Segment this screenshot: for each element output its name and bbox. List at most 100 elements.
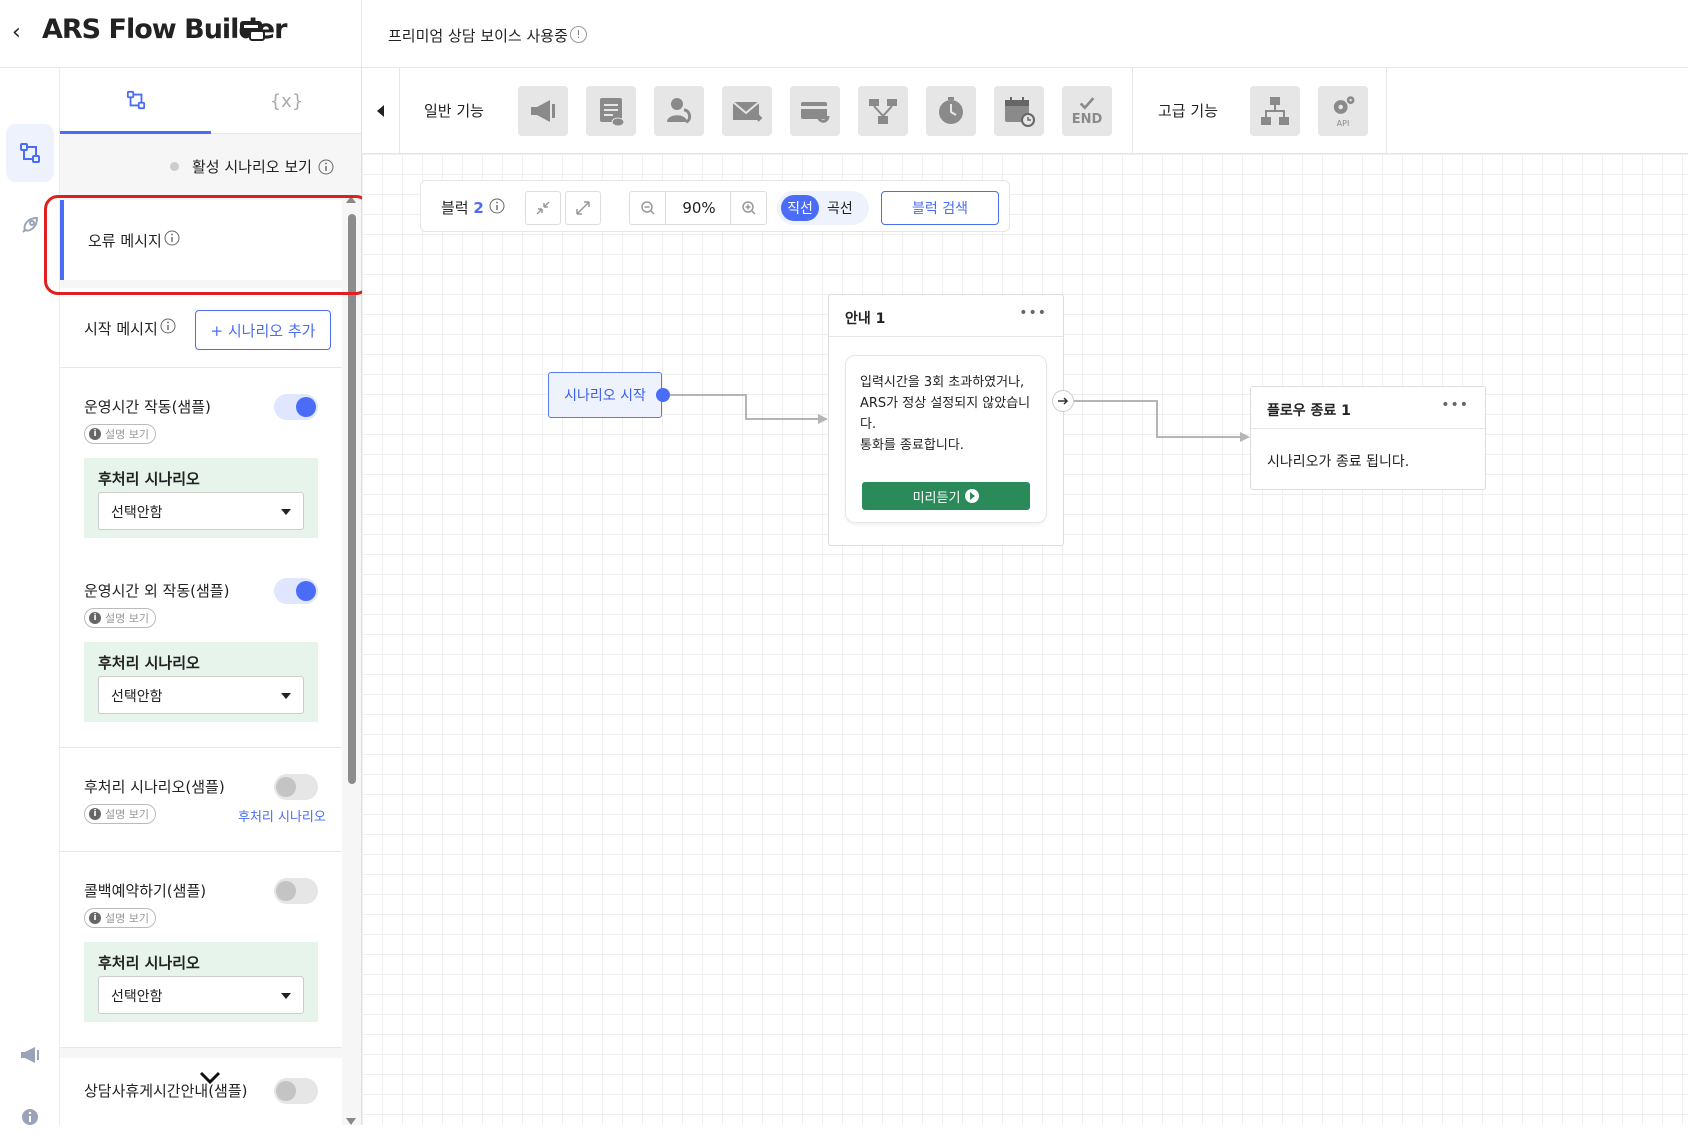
more-icon[interactable]: ••• [1019, 305, 1047, 321]
agent-icon [667, 98, 692, 124]
scenario-item: 상담사휴게시간안내(샘플) [60, 1058, 342, 1125]
line-curve-option[interactable]: 곡선 [827, 198, 853, 218]
basic-tools-label: 일반 기능 [424, 102, 484, 120]
collapse-view-button[interactable] [525, 191, 561, 225]
select-value: 선택안함 [111, 689, 163, 705]
description-button[interactable]: i 설명 보기 [84, 608, 156, 628]
zoom-out-icon [640, 201, 655, 215]
zoom-in-button[interactable] [730, 192, 766, 224]
flow-canvas[interactable]: 블럭 2 90% 직선 곡선 블럭 검색 시나리오 시작 안내 1 ••• 입력… [362, 154, 1688, 1125]
zoom-out-button[interactable] [630, 192, 666, 224]
toggle-knob [296, 581, 316, 601]
caret-left-icon [377, 105, 384, 117]
org-tool[interactable] [1250, 86, 1300, 136]
info-icon[interactable] [489, 198, 505, 214]
scenario-toggle[interactable] [274, 578, 318, 604]
post-scenario-select[interactable]: 선택안함 [98, 976, 304, 1014]
scenario-toggle[interactable] [274, 394, 318, 420]
start-message-item[interactable]: 시작 메시지 + 시나리오 추가 [60, 288, 342, 368]
description-button[interactable]: i 설명 보기 [84, 908, 156, 928]
info-icon[interactable] [160, 318, 176, 334]
collapse-panel-button[interactable] [362, 68, 400, 154]
advanced-tools-label: 고급 기능 [1158, 102, 1218, 120]
api-tool[interactable]: API [1318, 86, 1368, 136]
block-search-button[interactable]: 블럭 검색 [881, 191, 999, 225]
plan-info-icon[interactable]: ! [570, 26, 587, 43]
scenario-item: 후처리 시나리오(샘플) i 설명 보기 후처리 시나리오 [60, 748, 342, 852]
expand-icon [576, 201, 590, 215]
flow-nav-button[interactable] [6, 124, 54, 182]
timer-tool[interactable] [926, 86, 976, 136]
start-node-port[interactable] [656, 388, 670, 402]
zoom-control: 90% [629, 191, 767, 225]
description-button[interactable]: i 설명 보기 [84, 424, 156, 444]
mail-tool[interactable] [722, 86, 772, 136]
node-header: 안내 1 ••• [829, 295, 1063, 337]
schedule-tool[interactable] [994, 86, 1044, 136]
scenario-title: 운영시간 외 작동(샘플) [84, 582, 230, 600]
scenario-title: 상담사휴게시간안내(샘플) [84, 1082, 248, 1100]
post-scenario-box: 후처리 시나리오 선택안함 [84, 642, 318, 722]
select-value: 선택안함 [111, 505, 163, 521]
preview-button[interactable]: 미리듣기 [862, 482, 1030, 510]
org-chart-icon [1261, 97, 1289, 125]
flow-icon [126, 90, 145, 109]
rocket-icon [22, 216, 39, 233]
toggle-knob [276, 881, 296, 901]
more-icon[interactable]: ••• [1441, 397, 1469, 413]
end-message-text: 시나리오가 종료 됩니다. [1267, 454, 1410, 470]
scenario-item: 운영시간 작동(샘플) i 설명 보기 후처리 시나리오 선택안함 [60, 368, 342, 564]
info-icon: i [89, 428, 101, 440]
scenario-title: 콜백예약하기(샘플) [84, 882, 207, 900]
post-scenario-select[interactable]: 선택안함 [98, 676, 304, 714]
active-scenario-label[interactable]: 활성 시나리오 보기 [192, 156, 312, 177]
scroll-down-icon[interactable] [346, 1118, 356, 1125]
guide-node[interactable]: 안내 1 ••• 입력시간을 3회 초과하였거나, ARS가 정상 설정되지 않… [828, 294, 1064, 546]
back-arrow-icon[interactable]: ‹ [12, 20, 21, 45]
post-scenario-link[interactable]: 후처리 시나리오 [238, 806, 326, 825]
info-nav-button[interactable] [6, 1088, 54, 1146]
active-toggle-dot[interactable] [170, 162, 179, 171]
scenario-start-node[interactable]: 시나리오 시작 [548, 372, 662, 418]
select-value: 선택안함 [111, 989, 163, 1005]
guide-message-card[interactable]: 입력시간을 3회 초과하였거나, ARS가 정상 설정되지 않았습니다. 통화를… [845, 355, 1047, 523]
node-header: 플로우 종료 1 ••• [1251, 387, 1485, 429]
info-icon[interactable] [318, 159, 334, 175]
add-scenario-button[interactable]: + 시나리오 추가 [195, 310, 331, 350]
panel-scrollbar[interactable] [344, 196, 356, 1125]
connector-arrowhead [818, 414, 828, 424]
card-payment-tool[interactable] [790, 86, 840, 136]
megaphone-icon [531, 100, 555, 122]
end-tool[interactable]: END [1062, 86, 1112, 136]
description-button[interactable]: i 설명 보기 [84, 804, 156, 824]
post-scenario-select[interactable]: 선택안함 [98, 492, 304, 530]
flow-end-node[interactable]: 플로우 종료 1 ••• 시나리오가 종료 됩니다. [1250, 386, 1486, 490]
scenario-item: 콜백예약하기(샘플) i 설명 보기 후처리 시나리오 선택안함 [60, 852, 342, 1048]
highlight-annotation [44, 195, 370, 295]
post-scenario-label: 후처리 시나리오 [98, 954, 200, 972]
branch-tool[interactable] [858, 86, 908, 136]
info-icon: i [89, 808, 101, 820]
scenario-toggle[interactable] [274, 878, 318, 904]
expand-view-button[interactable] [565, 191, 601, 225]
message-tool[interactable] [586, 86, 636, 136]
app-header: ‹ ARS Flow Builder [0, 0, 362, 68]
line-straight-option[interactable]: 직선 [781, 195, 819, 221]
tab-variables[interactable]: {x} [211, 68, 361, 134]
post-scenario-box: 후처리 시나리오 선택안함 [84, 458, 318, 538]
node-output-port[interactable] [1052, 390, 1074, 412]
tab-flow[interactable] [60, 68, 211, 134]
play-icon [965, 489, 980, 503]
scenario-toggle[interactable] [274, 774, 318, 800]
guide-message-text: 입력시간을 3회 초과하였거나, ARS가 정상 설정되지 않았습니다. 통화를… [860, 375, 1031, 453]
agent-tool[interactable] [654, 86, 704, 136]
scenario-toggle[interactable] [274, 1078, 318, 1104]
minimize-icon [536, 201, 550, 215]
notice-nav-button[interactable] [6, 1026, 54, 1084]
chevron-down-icon[interactable] [198, 1070, 222, 1086]
announce-tool[interactable] [518, 86, 568, 136]
message-icon [600, 98, 625, 127]
connector-start-to-guide [670, 394, 824, 420]
connector-guide-to-end [1074, 400, 1246, 438]
scrollbar-thumb[interactable] [348, 214, 356, 784]
